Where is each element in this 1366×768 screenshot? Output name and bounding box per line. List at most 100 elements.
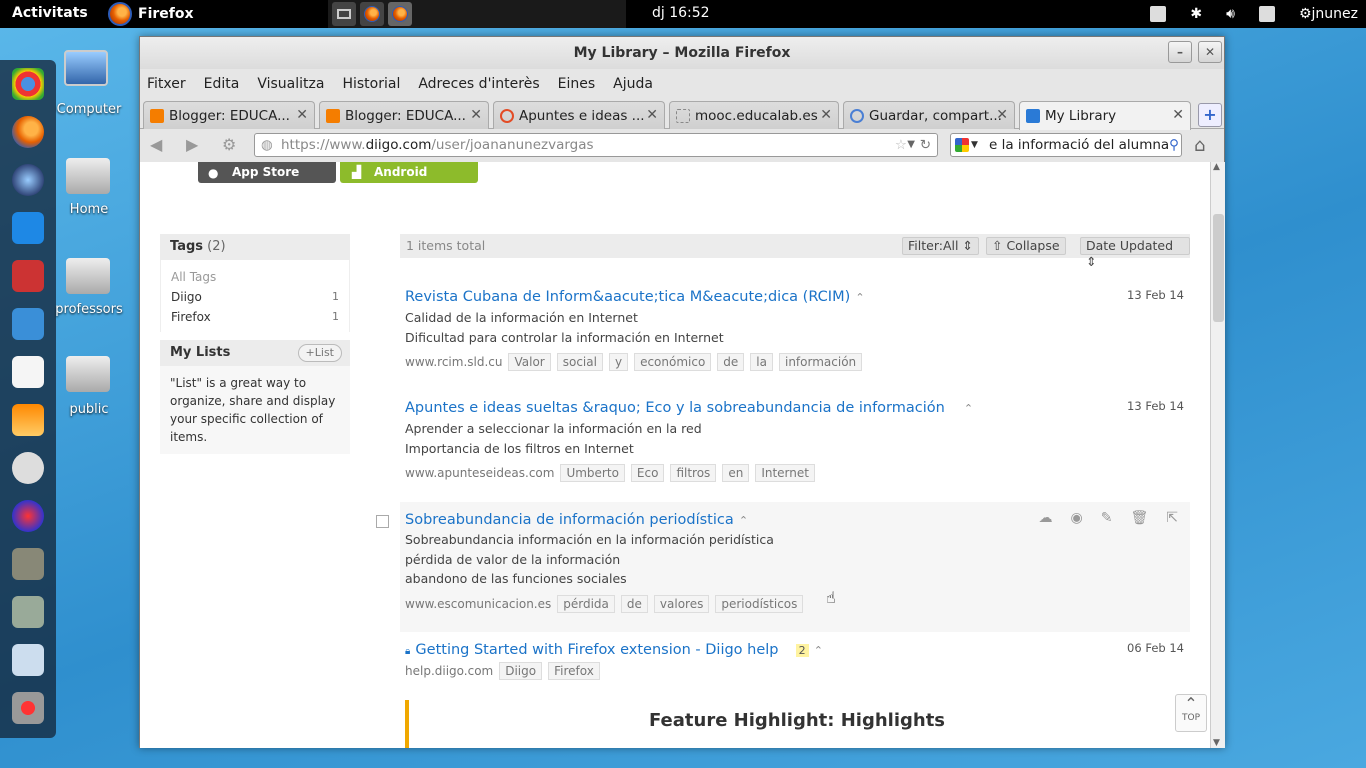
identity-icon[interactable]: ⚙ bbox=[222, 135, 236, 154]
home-icon[interactable]: ⌂ bbox=[1194, 135, 1205, 156]
back-icon[interactable]: ◀ bbox=[150, 135, 162, 154]
professors-icon[interactable] bbox=[66, 258, 110, 294]
vertical-scrollbar[interactable]: ▲ ▼ bbox=[1210, 162, 1225, 748]
item-domain[interactable]: help.diigo.com bbox=[405, 664, 493, 678]
tab-mooc[interactable]: mooc.educalab.es ✕ bbox=[669, 101, 839, 129]
desktop-icon[interactable] bbox=[332, 2, 356, 26]
tag-chip[interactable]: la bbox=[750, 353, 773, 371]
tag-chip[interactable]: económico bbox=[634, 353, 712, 371]
expand-icon[interactable]: ⌃ bbox=[739, 514, 748, 527]
computer-icon[interactable] bbox=[64, 50, 108, 86]
tag-chip[interactable]: filtros bbox=[670, 464, 717, 482]
reload-icon[interactable]: ↻ bbox=[920, 134, 931, 156]
filter-button[interactable]: Filter:All ⇕ bbox=[902, 237, 979, 255]
speaker-icon[interactable] bbox=[12, 452, 44, 484]
close-tab-icon[interactable]: ✕ bbox=[646, 107, 658, 123]
notes-icon[interactable] bbox=[12, 308, 44, 340]
close-window-button[interactable]: ✕ bbox=[1198, 41, 1222, 63]
tab-my-library[interactable]: My Library ✕ bbox=[1019, 101, 1191, 130]
close-tab-icon[interactable]: ✕ bbox=[296, 107, 308, 123]
tag-chip[interactable]: valores bbox=[653, 594, 710, 613]
chrome-icon[interactable] bbox=[12, 68, 44, 100]
tag-chip[interactable]: Firefox bbox=[548, 662, 600, 680]
item-domain[interactable]: www.escomunicacion.es bbox=[405, 597, 551, 611]
cloud-icon[interactable]: ☁ bbox=[1039, 510, 1053, 526]
close-tab-icon[interactable]: ✕ bbox=[1172, 107, 1184, 123]
firefox-task-icon[interactable] bbox=[360, 2, 384, 26]
select-item-checkbox[interactable] bbox=[376, 515, 389, 528]
tag-chip[interactable]: Internet bbox=[755, 464, 815, 482]
tab-blogger-2[interactable]: Blogger: EDUCA... ✕ bbox=[319, 101, 489, 129]
item-title-link[interactable]: Apuntes e ideas sueltas &raquo; Eco y la… bbox=[405, 400, 945, 416]
close-tab-icon[interactable]: ✕ bbox=[820, 107, 832, 123]
window-titlebar[interactable]: My Library – Mozilla Firefox – ✕ bbox=[140, 37, 1224, 69]
document-icon[interactable] bbox=[12, 356, 44, 388]
tag-chip[interactable]: Eco bbox=[630, 464, 665, 482]
engine-dropdown-icon[interactable]: ▼ bbox=[971, 134, 978, 156]
tag-chip[interactable]: Diigo bbox=[499, 662, 543, 680]
item-title-link[interactable]: Getting Started with Firefox extension -… bbox=[415, 642, 778, 658]
tag-diigo[interactable]: Diigo 1 bbox=[171, 290, 339, 304]
folder-icon[interactable] bbox=[1150, 6, 1167, 22]
home-icon[interactable] bbox=[66, 158, 110, 194]
all-tags-link[interactable]: All Tags bbox=[171, 270, 339, 284]
annotation-count-badge[interactable]: 2 bbox=[795, 644, 809, 657]
gimp-icon[interactable] bbox=[12, 548, 44, 580]
tag-chip[interactable]: periodísticos bbox=[715, 594, 804, 613]
edit-icon[interactable]: ✎ bbox=[1101, 510, 1113, 526]
menu-view[interactable]: Visualitza bbox=[257, 76, 324, 92]
forward-icon[interactable]: ▶ bbox=[186, 135, 198, 154]
calculator-icon[interactable] bbox=[12, 596, 44, 628]
close-tab-icon[interactable]: ✕ bbox=[470, 107, 482, 123]
tag-chip[interactable]: pérdida bbox=[557, 594, 615, 613]
scroll-down-icon[interactable]: ▼ bbox=[1213, 738, 1220, 748]
bookmark-star-icon[interactable]: ☆ bbox=[895, 134, 907, 156]
menu-history[interactable]: Historial bbox=[342, 76, 400, 92]
tag-firefox[interactable]: Firefox 1 bbox=[171, 310, 339, 324]
tag-chip[interactable]: en bbox=[722, 464, 750, 482]
teamviewer-icon[interactable] bbox=[12, 212, 44, 244]
menu-help[interactable]: Ajuda bbox=[613, 76, 653, 92]
android-market-button[interactable]: ▟ Android Market bbox=[340, 162, 478, 200]
search-bar[interactable]: ▼ e la informació del alumnat ⚲ bbox=[950, 133, 1182, 157]
share-icon[interactable]: ⇱ bbox=[1166, 510, 1178, 526]
firefox-task-icon-active[interactable] bbox=[388, 2, 412, 26]
new-tab-button[interactable]: + bbox=[1198, 103, 1222, 127]
remote-desktop-icon[interactable] bbox=[12, 644, 44, 676]
dropdown-arrow-icon[interactable]: ▼ bbox=[907, 134, 915, 156]
item-domain[interactable]: www.rcim.sld.cu bbox=[405, 355, 502, 369]
public-icon[interactable] bbox=[66, 356, 110, 392]
accessibility-icon[interactable]: ✱ bbox=[1190, 6, 1202, 22]
google-icon[interactable] bbox=[955, 138, 969, 152]
tag-chip[interactable]: información bbox=[778, 353, 863, 371]
close-tab-icon[interactable]: ✕ bbox=[996, 107, 1008, 123]
app-menu[interactable]: Firefox bbox=[108, 0, 194, 28]
tag-chip[interactable]: y bbox=[608, 353, 629, 371]
menu-tools[interactable]: Eines bbox=[558, 76, 596, 92]
expand-icon[interactable]: ⌃ bbox=[964, 402, 973, 415]
google-earth-icon[interactable] bbox=[12, 164, 44, 196]
app-store-button[interactable]: ● App Store bbox=[198, 162, 336, 183]
tab-apuntes[interactable]: Apuntes e ideas ... ✕ bbox=[493, 101, 665, 129]
menu-edit[interactable]: Edita bbox=[204, 76, 240, 92]
expand-icon[interactable]: ⌃ bbox=[814, 644, 823, 657]
url-bar[interactable]: ◍ https://www.diigo.com/user/joananunezv… bbox=[254, 133, 938, 157]
volume-icon[interactable]: 🔊︎ bbox=[1226, 6, 1235, 22]
firefox-launcher-icon[interactable] bbox=[12, 116, 44, 148]
sort-button[interactable]: Date Updated ⇕ bbox=[1080, 237, 1190, 269]
clock[interactable]: dj 16:52 bbox=[652, 5, 710, 21]
add-list-button[interactable]: +List bbox=[297, 344, 342, 362]
whiteboard-icon[interactable] bbox=[12, 260, 44, 292]
item-title-link[interactable]: Revista Cubana de Inform&aacute;tica M&e… bbox=[405, 289, 850, 305]
vlc-icon[interactable] bbox=[12, 404, 44, 436]
collapse-button[interactable]: ⇧ Collapse bbox=[986, 237, 1066, 255]
tag-chip[interactable]: de bbox=[717, 353, 745, 371]
user-menu[interactable]: ⚙ jnunez bbox=[1299, 6, 1358, 22]
tab-guardar[interactable]: Guardar, compart... ✕ bbox=[843, 101, 1015, 129]
tag-chip[interactable]: Umberto bbox=[560, 464, 625, 482]
expand-icon[interactable]: ⌃ bbox=[855, 291, 864, 304]
preview-eye-icon[interactable]: ◉ bbox=[1071, 510, 1083, 526]
scroll-thumb[interactable] bbox=[1213, 214, 1224, 322]
trash-icon[interactable]: 🗑︎ bbox=[1130, 510, 1148, 526]
tag-chip[interactable]: de bbox=[620, 594, 648, 613]
